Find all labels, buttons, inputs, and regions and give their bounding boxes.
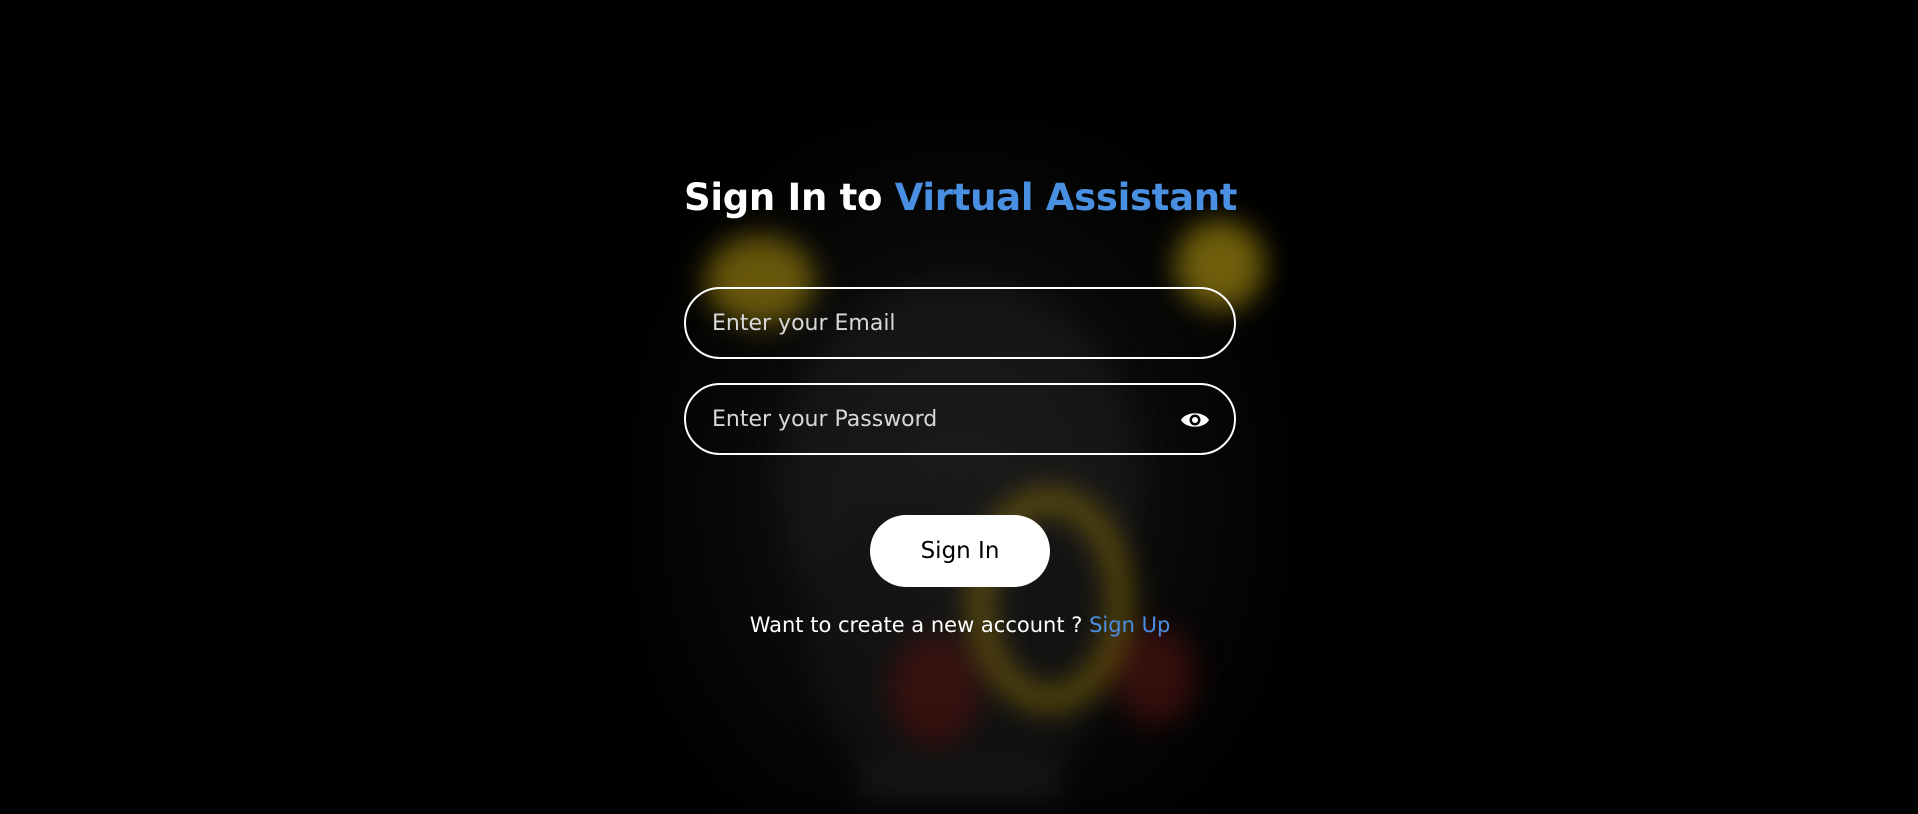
eye-icon[interactable] — [1180, 408, 1210, 432]
login-page: Sign In to Virtual Assistant Sign In Wan… — [0, 0, 1918, 814]
signup-prompt-text: Want to create a new account ? — [749, 613, 1090, 637]
signin-form: Sign In to Virtual Assistant Sign In Wan… — [684, 0, 1238, 814]
page-title: Sign In to Virtual Assistant — [684, 176, 1238, 219]
password-field[interactable] — [684, 383, 1236, 455]
title-accent: Virtual Assistant — [894, 176, 1238, 219]
signin-button[interactable]: Sign In — [870, 515, 1050, 587]
email-field[interactable] — [684, 287, 1236, 359]
signup-prompt: Want to create a new account ? Sign Up — [684, 613, 1236, 637]
title-prefix: Sign In to — [684, 176, 895, 219]
signup-link[interactable]: Sign Up — [1089, 613, 1170, 637]
